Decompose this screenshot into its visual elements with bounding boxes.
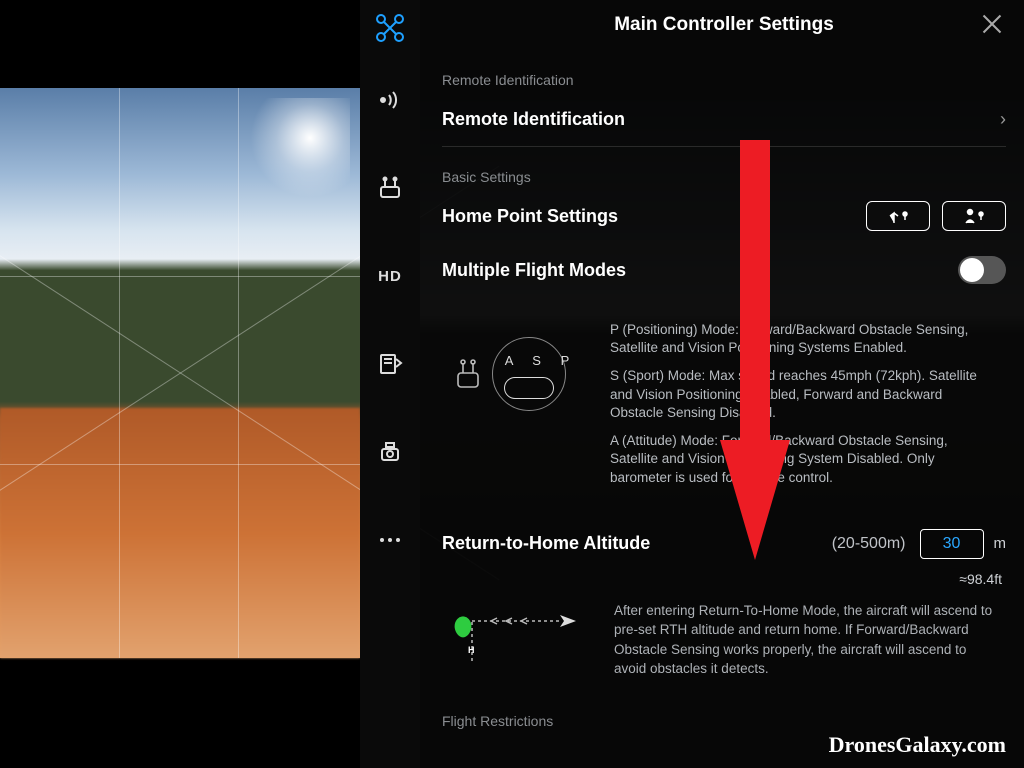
controller-icon <box>452 357 484 391</box>
remote-controller-icon[interactable] <box>360 144 420 232</box>
camera-feed <box>0 88 360 658</box>
settings-tab-bar: HD <box>360 0 420 768</box>
multiple-flight-modes-row: Multiple Flight Modes <box>442 249 1006 291</box>
watermark: DronesGalaxy.com <box>829 732 1006 758</box>
rth-description: After entering Return-To-Home Mode, the … <box>614 601 994 679</box>
main-controller-settings-panel: Main Controller Settings Remote Identifi… <box>420 0 1024 768</box>
rth-altitude-row: Return-to-Home Altitude (20-500m) 30 m <box>442 523 1006 565</box>
multiple-flight-modes-toggle[interactable] <box>958 256 1006 284</box>
signal-icon[interactable] <box>360 56 420 144</box>
home-point-settings-label: Home Point Settings <box>442 206 866 227</box>
rth-altitude-input[interactable]: 30 <box>920 529 984 559</box>
rth-range-label: (20-500m) <box>832 535 906 553</box>
s-mode-description: S (Sport) Mode: Max speed reaches 45mph … <box>610 367 990 422</box>
mode-switch-diagram: A S P <box>494 339 582 409</box>
remote-identification-label: Remote Identification <box>442 109 1000 130</box>
home-point-settings-row: Home Point Settings <box>442 195 1006 237</box>
a-mode-description: A (Attitude) Mode: Forward/Backward Obst… <box>610 432 990 487</box>
section-header-flight-restrictions: Flight Restrictions <box>442 713 1006 729</box>
remote-identification-row[interactable]: Remote Identification › <box>442 98 1006 140</box>
p-mode-description: P (Positioning) Mode: Forward/Backward O… <box>610 321 990 357</box>
home-point-user-button[interactable] <box>942 201 1006 231</box>
chevron-right-icon: › <box>1000 109 1006 130</box>
rth-feet-label: ≈98.4ft <box>442 571 1002 587</box>
panel-title: Main Controller Settings <box>614 14 834 35</box>
rth-altitude-label: Return-to-Home Altitude <box>442 533 832 554</box>
home-point-aircraft-button[interactable] <box>866 201 930 231</box>
gimbal-icon[interactable] <box>360 408 420 496</box>
svg-text:H: H <box>468 645 475 655</box>
battery-icon[interactable] <box>360 320 420 408</box>
rth-unit-label: m <box>994 535 1007 552</box>
section-header-basic: Basic Settings <box>442 169 1006 185</box>
close-icon[interactable] <box>978 10 1006 38</box>
more-settings-icon[interactable] <box>360 496 420 584</box>
flight-mode-description-block: A S P P (Positioning) Mode: Forward/Back… <box>442 321 1006 497</box>
rth-path-diagram: H <box>442 601 592 671</box>
image-transmission-icon[interactable]: HD <box>360 232 420 320</box>
multiple-flight-modes-label: Multiple Flight Modes <box>442 260 958 281</box>
section-header-remote-id: Remote Identification <box>442 72 1006 88</box>
